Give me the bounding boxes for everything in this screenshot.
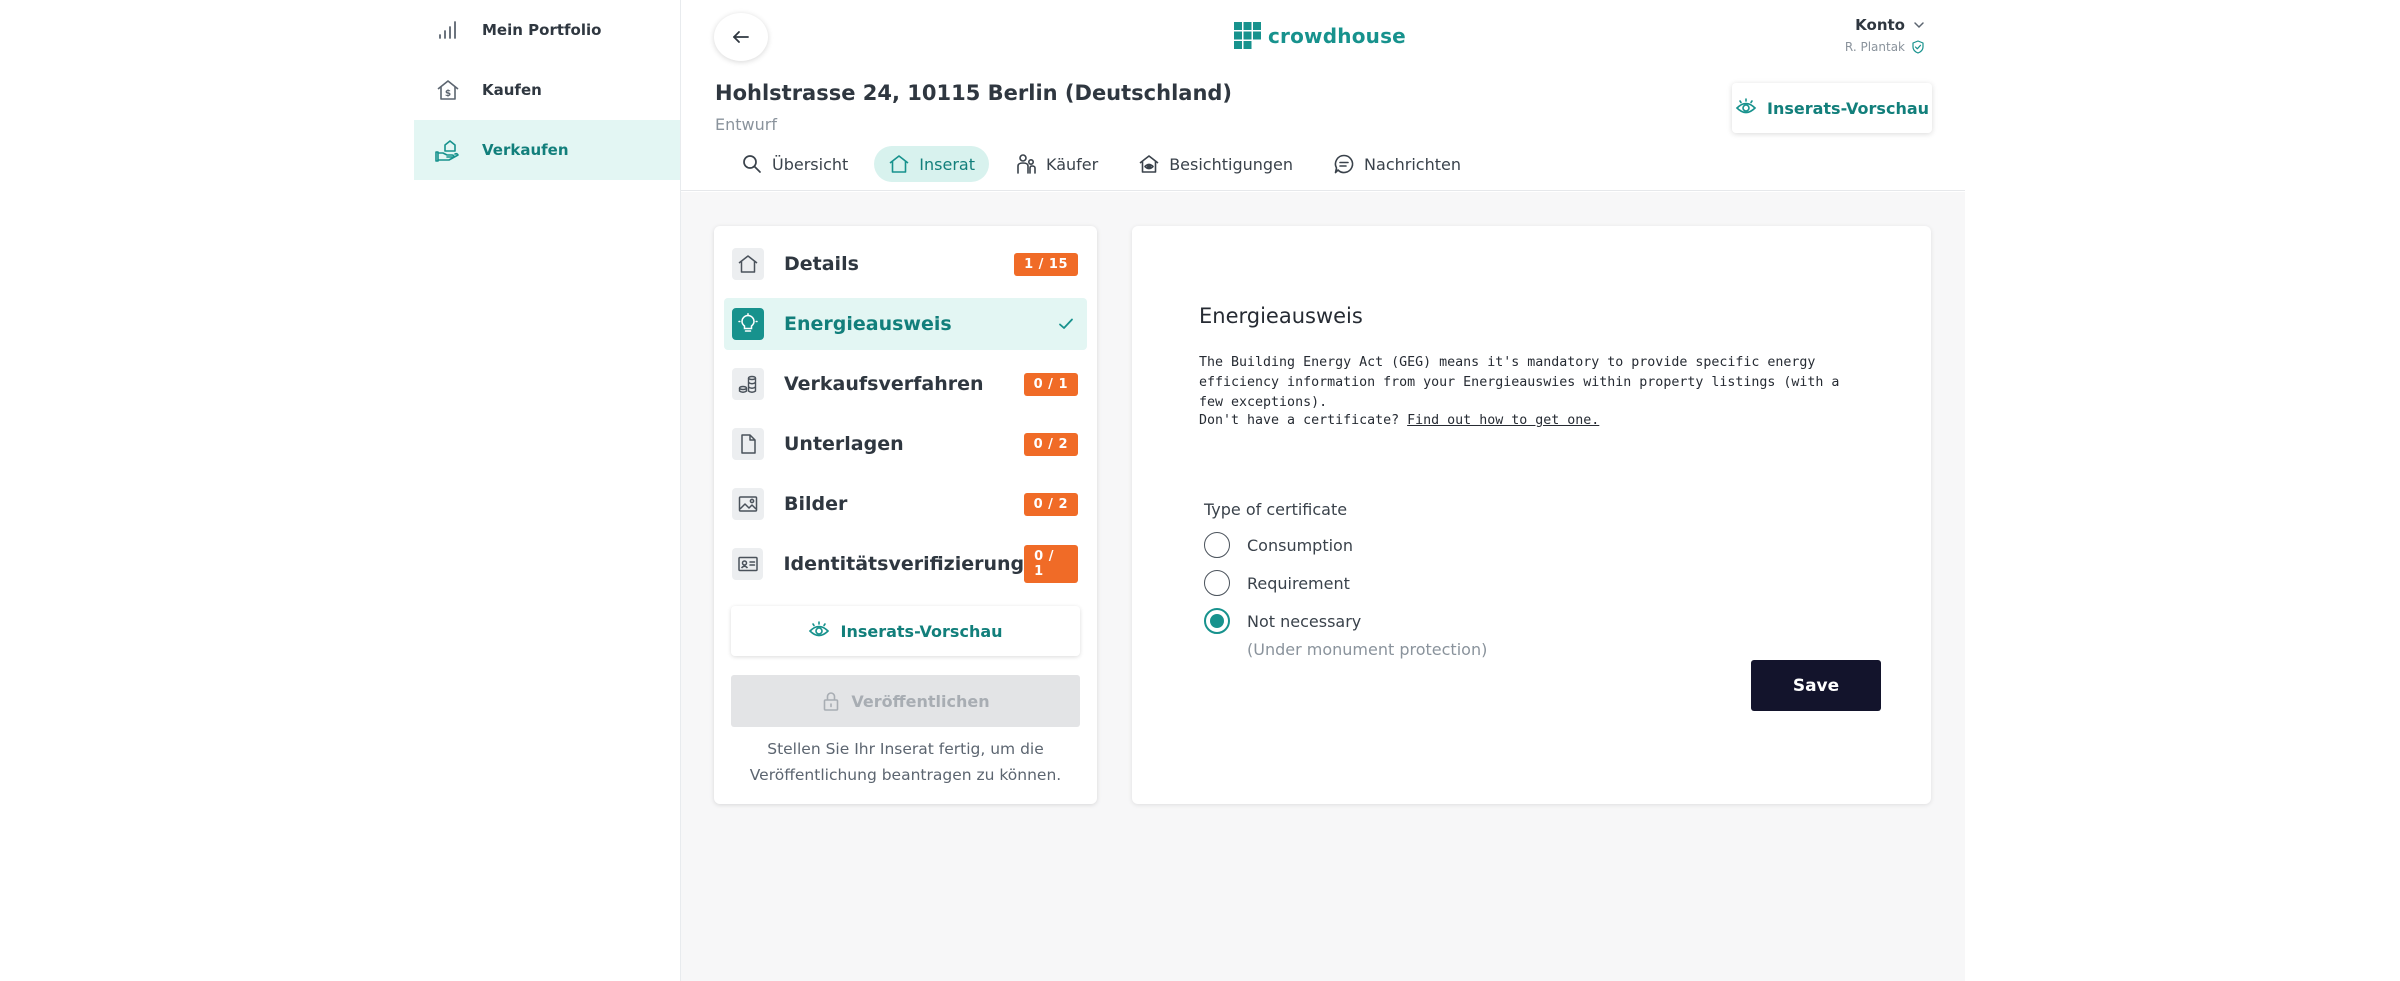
publish-hint-line: Veröffentlichung beantragen zu können. xyxy=(749,766,1062,784)
lightbulb-icon xyxy=(732,308,764,340)
hand-house-icon xyxy=(434,136,462,164)
main-content: Details 1 / 15 Energieausweis Verkaufsve… xyxy=(681,192,1965,981)
tab-label: Nachrichten xyxy=(1364,154,1461,174)
tab-nachrichten[interactable]: Nachrichten xyxy=(1319,146,1475,182)
tab-label: Besichtigungen xyxy=(1169,154,1294,174)
radio-circle[interactable] xyxy=(1204,532,1230,558)
tab-label: Käufer xyxy=(1045,154,1099,174)
arrow-left-icon xyxy=(730,26,752,48)
tab-kaeufer[interactable]: Käufer xyxy=(1001,146,1112,182)
publish-label: Veröffentlichen xyxy=(851,691,990,711)
people-icon xyxy=(1015,153,1046,175)
step-progress-badge: 0 / 1 xyxy=(1024,545,1078,583)
step-label: Unterlagen xyxy=(784,433,904,455)
sidebar-item-label: Verkaufen xyxy=(482,141,569,159)
radio-not-necessary[interactable]: Not necessary xyxy=(1204,608,1361,634)
id-card-icon xyxy=(732,548,764,580)
page-title: Hohlstrasse 24, 10115 Berlin (Deutschlan… xyxy=(715,81,1233,105)
house-eye-icon xyxy=(1138,153,1169,175)
eye-icon xyxy=(1735,97,1767,119)
document-icon xyxy=(732,428,764,460)
listing-preview-button[interactable]: Inserats-Vorschau xyxy=(1732,83,1932,133)
svg-text:$: $ xyxy=(445,89,451,99)
step-progress-badge: 0 / 2 xyxy=(1023,432,1078,456)
step-energieausweis[interactable]: Energieausweis xyxy=(724,298,1087,350)
sidebar-item-kaufen[interactable]: $ Kaufen xyxy=(414,60,680,120)
certificate-type-label: Type of certificate xyxy=(1204,500,1348,519)
tab-inserat[interactable]: Inserat xyxy=(874,146,989,182)
page-header: crowdhouse Konto R. Plantak Hohlstrasse … xyxy=(681,0,1965,191)
account-menu[interactable]: Konto R. Plantak xyxy=(1845,16,1925,54)
energieausweis-form-card: Energieausweis The Building Energy Act (… xyxy=(1132,226,1931,804)
chevron-down-icon xyxy=(1905,19,1925,31)
publish-hint: Stellen Sie Ihr Inserat fertig, um die V… xyxy=(731,736,1080,788)
form-title: Energieausweis xyxy=(1199,304,1363,328)
chart-bars-icon xyxy=(434,16,462,44)
help-text-prefix: Don't have a certificate? xyxy=(1199,413,1408,428)
step-unterlagen[interactable]: Unterlagen 0 / 2 xyxy=(724,418,1087,470)
step-details[interactable]: Details 1 / 15 xyxy=(724,238,1087,290)
back-button[interactable] xyxy=(714,13,768,61)
sidebar-item-verkaufen[interactable]: Verkaufen xyxy=(414,120,680,180)
checkmark-icon xyxy=(1057,315,1075,333)
preview-label: Inserats-Vorschau xyxy=(1766,98,1930,118)
eye-icon xyxy=(808,620,840,642)
account-label: Konto xyxy=(1855,16,1905,34)
step-verkaufsverfahren[interactable]: Verkaufsverfahren 0 / 1 xyxy=(724,358,1087,410)
step-bilder[interactable]: Bilder 0 / 2 xyxy=(724,478,1087,530)
account-user: R. Plantak xyxy=(1845,40,1925,54)
tab-label: Inserat xyxy=(919,154,975,174)
radio-option-note: (Under monument protection) xyxy=(1247,640,1488,659)
listing-tabs: Übersicht Inserat Käufer Besichtigungen … xyxy=(727,146,1487,182)
lock-icon xyxy=(821,690,851,712)
tab-label: Übersicht xyxy=(772,154,849,174)
sidebar-item-label: Kaufen xyxy=(482,81,542,99)
coins-icon xyxy=(732,368,764,400)
sidebar-nav: Mein Portfolio $ Kaufen Verkaufen xyxy=(414,0,681,981)
preview-label: Inserats-Vorschau xyxy=(840,621,1003,641)
radio-circle[interactable] xyxy=(1204,608,1230,634)
radio-label: Requirement xyxy=(1247,573,1350,593)
house-dollar-icon: $ xyxy=(434,76,462,104)
brand-logo[interactable]: crowdhouse xyxy=(1234,22,1406,49)
radio-requirement[interactable]: Requirement xyxy=(1204,570,1350,596)
tab-uebersicht[interactable]: Übersicht xyxy=(727,146,862,182)
publish-button[interactable]: Veröffentlichen xyxy=(731,675,1080,727)
step-label: Energieausweis xyxy=(784,313,952,335)
listing-status: Entwurf xyxy=(715,115,777,134)
crowdhouse-logo-icon xyxy=(1234,22,1261,49)
step-progress-badge: 0 / 2 xyxy=(1023,492,1078,516)
form-help-text: Don't have a certificate? Find out how t… xyxy=(1199,411,1859,431)
how-to-get-certificate-link[interactable]: Find out how to get one. xyxy=(1407,413,1599,428)
radio-selected-dot xyxy=(1210,614,1224,628)
listing-steps-panel: Details 1 / 15 Energieausweis Verkaufsve… xyxy=(714,226,1097,804)
house-icon xyxy=(732,248,764,280)
radio-circle[interactable] xyxy=(1204,570,1230,596)
chat-icon xyxy=(1333,153,1364,175)
image-icon xyxy=(732,488,764,520)
save-button[interactable]: Save xyxy=(1751,660,1881,711)
account-toggle[interactable]: Konto xyxy=(1845,16,1925,34)
tab-besichtigungen[interactable]: Besichtigungen xyxy=(1124,146,1307,182)
step-progress-badge: 0 / 1 xyxy=(1023,372,1078,396)
radio-label: Consumption xyxy=(1247,535,1353,555)
form-description: The Building Energy Act (GEG) means it's… xyxy=(1199,355,1840,410)
radio-consumption[interactable]: Consumption xyxy=(1204,532,1353,558)
step-progress-badge: 1 / 15 xyxy=(1014,252,1078,276)
sidebar-item-label: Mein Portfolio xyxy=(482,21,602,39)
step-identitaetsverifizierung[interactable]: Identitätsverifizierung 0 / 1 xyxy=(724,538,1087,590)
search-icon xyxy=(741,153,772,175)
step-label: Details xyxy=(784,253,859,275)
user-name: R. Plantak xyxy=(1844,40,1905,54)
step-label: Identitätsverifizierung xyxy=(783,553,1025,575)
radio-label: Not necessary xyxy=(1247,611,1362,631)
publish-hint-line: Stellen Sie Ihr Inserat fertig, um die xyxy=(767,740,1044,758)
brand-name: crowdhouse xyxy=(1268,23,1406,48)
house-icon xyxy=(888,153,919,175)
sidebar-item-mein-portfolio[interactable]: Mein Portfolio xyxy=(414,0,680,60)
listing-preview-button[interactable]: Inserats-Vorschau xyxy=(731,606,1080,656)
step-label: Bilder xyxy=(784,493,848,515)
step-label: Verkaufsverfahren xyxy=(784,373,984,395)
verified-shield-icon xyxy=(1905,40,1925,54)
